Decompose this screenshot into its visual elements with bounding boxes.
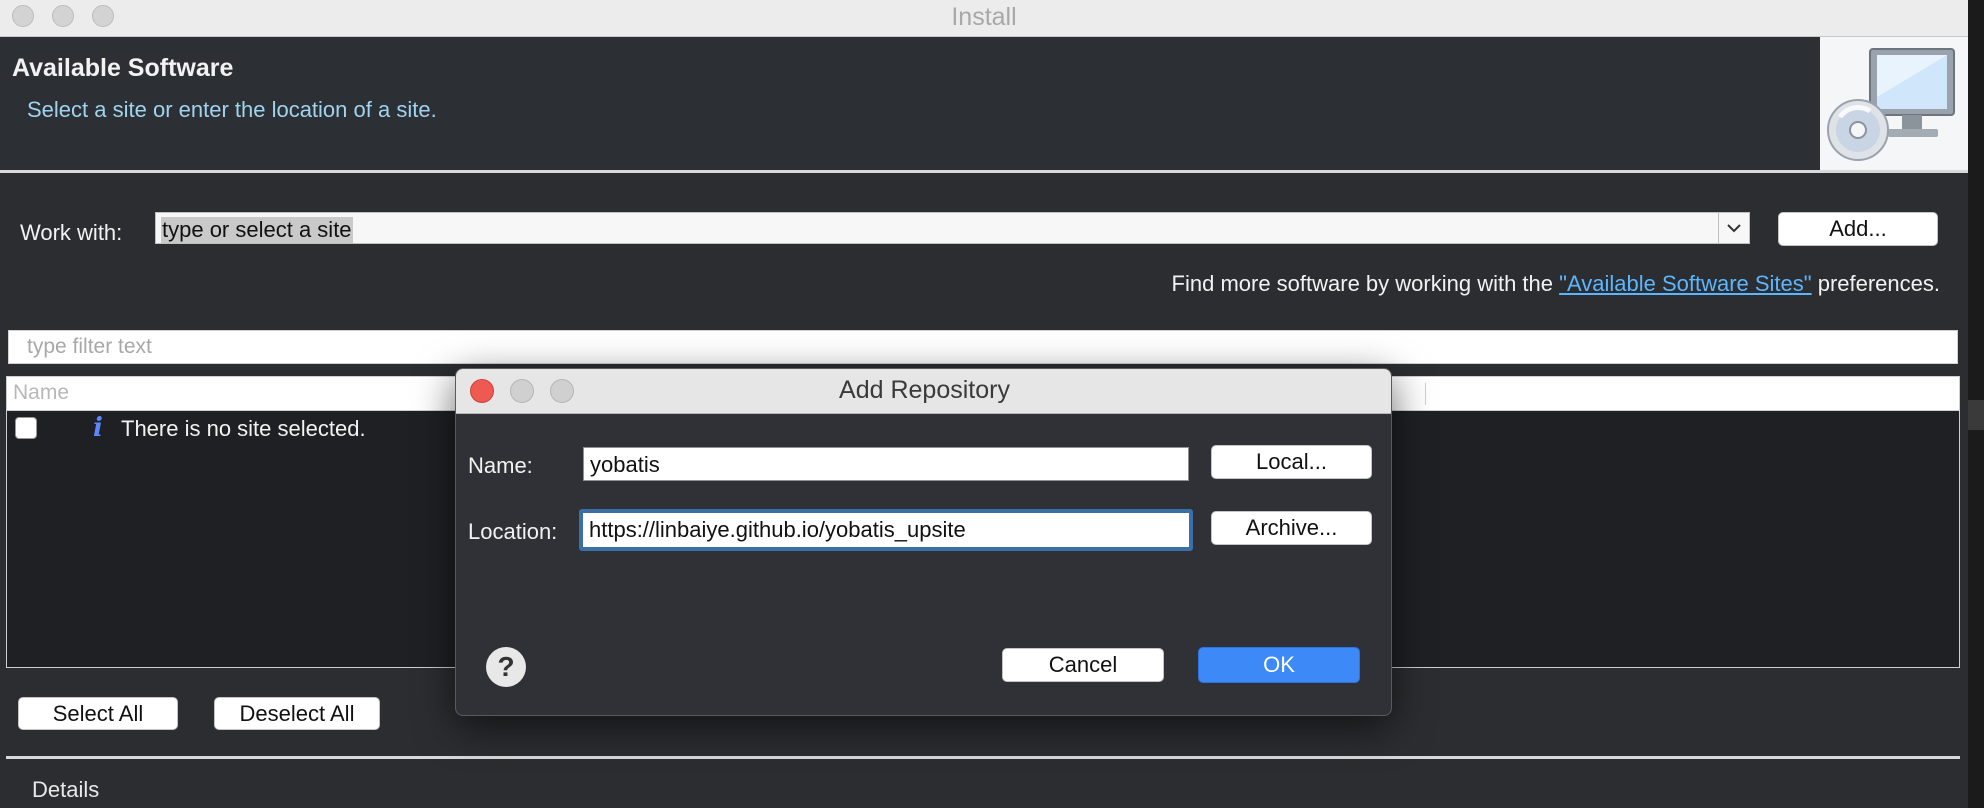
page-subtitle: Select a site or enter the location of a… — [27, 97, 437, 122]
install-titlebar: Install — [0, 0, 1968, 37]
column-divider — [1425, 383, 1426, 405]
work-with-combo[interactable]: type or select a site — [155, 212, 1750, 244]
location-input[interactable]: https://linbaiye.github.io/yobatis_upsit… — [579, 509, 1193, 551]
details-divider — [6, 756, 1960, 759]
tree-row-text: There is no site selected. — [121, 416, 366, 441]
location-label: Location: — [468, 519, 558, 544]
add-site-button[interactable]: Add... — [1778, 212, 1938, 246]
cancel-button[interactable]: Cancel — [1002, 648, 1164, 682]
local-button[interactable]: Local... — [1211, 445, 1372, 479]
name-input[interactable]: yobatis — [583, 447, 1189, 481]
find-more-suffix: preferences. — [1811, 271, 1940, 296]
header-divider — [0, 170, 1968, 173]
select-all-button[interactable]: Select All — [18, 697, 178, 730]
dialog-title: Add Repository — [839, 376, 1010, 404]
column-header-name[interactable]: Name — [13, 381, 69, 405]
row-checkbox[interactable] — [15, 417, 37, 439]
background-window-strip — [1968, 400, 1984, 430]
available-software-sites-link[interactable]: "Available Software Sites" — [1559, 271, 1811, 296]
install-banner-icon — [1820, 37, 1968, 170]
chevron-down-icon[interactable] — [1718, 213, 1749, 243]
details-label: Details — [32, 777, 100, 802]
archive-button[interactable]: Archive... — [1211, 511, 1372, 545]
window-title: Install — [951, 3, 1017, 31]
work-with-label: Work with: — [20, 220, 123, 245]
dialog-titlebar: Add Repository — [456, 369, 1391, 414]
deselect-all-button[interactable]: Deselect All — [214, 697, 380, 730]
add-repository-dialog: Add Repository Name: yobatis Local... Lo… — [455, 368, 1392, 716]
ok-button[interactable]: OK — [1198, 647, 1360, 683]
name-label: Name: — [468, 453, 533, 478]
find-more-prefix: Find more software by working with the — [1171, 271, 1560, 296]
page-title: Available Software — [12, 54, 234, 82]
filter-input[interactable]: type filter text — [8, 330, 1958, 364]
find-more-text: Find more software by working with the "… — [1172, 271, 1940, 297]
work-with-combo-value: type or select a site — [161, 217, 353, 243]
help-icon[interactable]: ? — [486, 647, 526, 687]
info-icon: i — [93, 413, 103, 443]
